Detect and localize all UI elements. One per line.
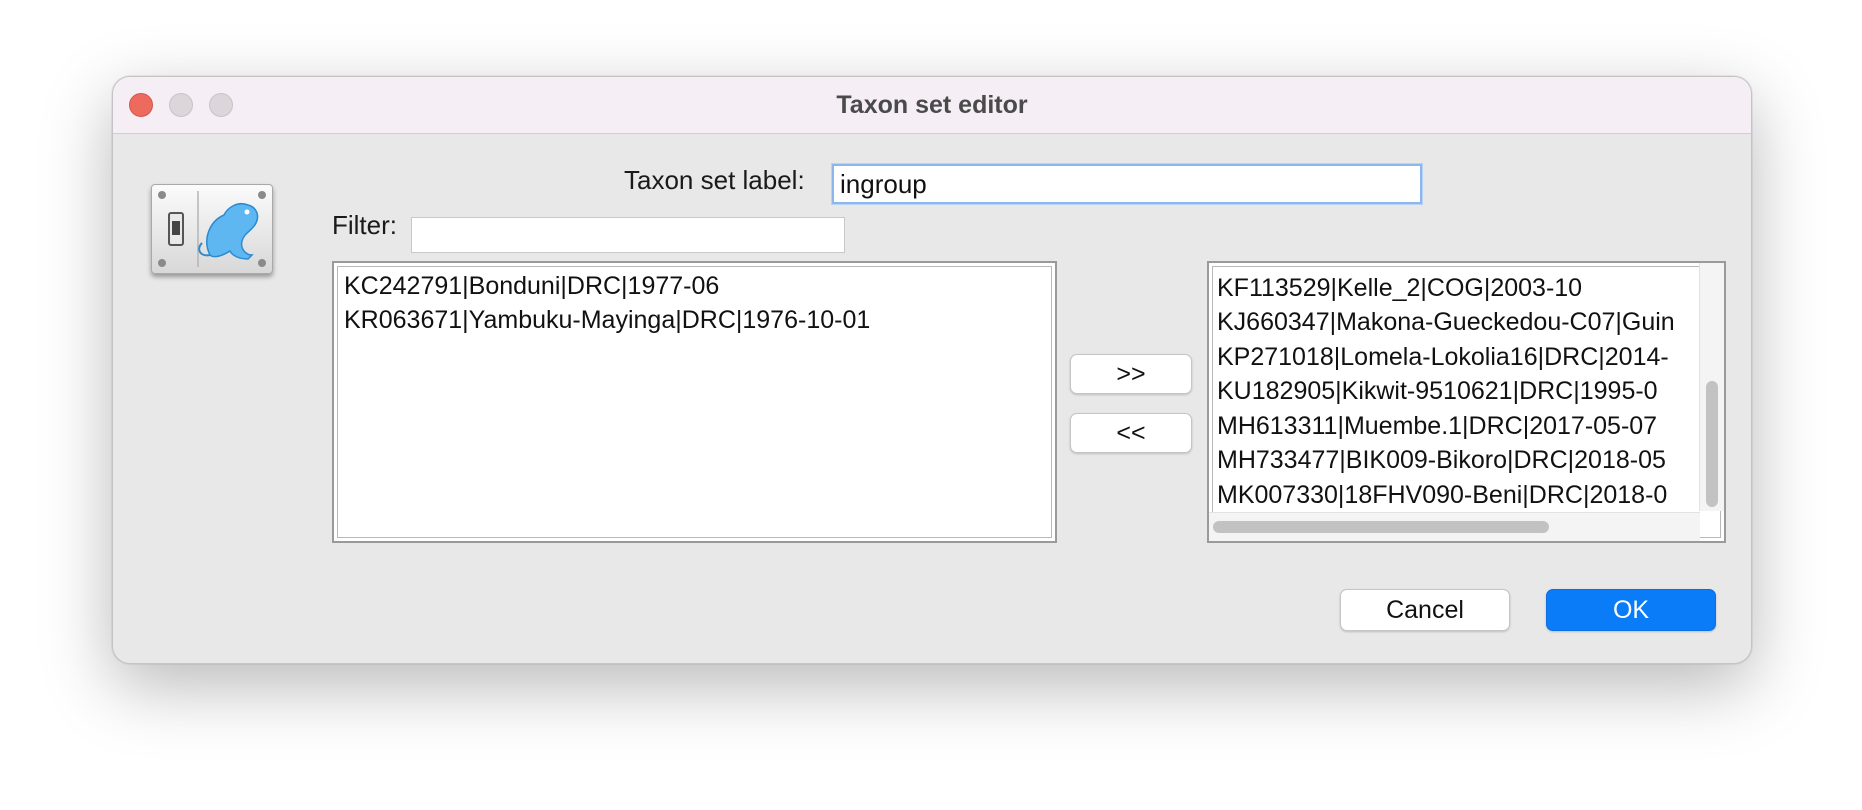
- horizontal-scroll-thumb[interactable]: [1213, 521, 1549, 533]
- included-taxa-list[interactable]: KF113529|Kelle_2|COG|2003-10 KJ660347|Ma…: [1207, 261, 1726, 543]
- app-icon-graphic: [158, 191, 266, 267]
- ok-button[interactable]: OK: [1546, 589, 1716, 631]
- add-to-set-button[interactable]: >>: [1070, 354, 1192, 394]
- list-item[interactable]: KR063671|Yambuku-Mayinga|DRC|1976-10-01: [344, 305, 870, 335]
- list-item[interactable]: KJ660347|Makona-Gueckedou-C07|Guin: [1217, 307, 1675, 337]
- taxon-set-editor-dialog: Taxon set editor Taxon set label: ingrou…: [112, 76, 1752, 664]
- horizontal-scrollbar[interactable]: [1209, 512, 1700, 541]
- vertical-scroll-thumb[interactable]: [1706, 381, 1718, 507]
- window-title: Taxon set editor: [836, 91, 1028, 119]
- filter-caption: Filter:: [332, 210, 397, 240]
- title-bar: Taxon set editor: [113, 77, 1751, 134]
- list-item[interactable]: MH613311|Muembe.1|DRC|2017-05-07: [1217, 411, 1657, 441]
- vertical-scrollbar[interactable]: [1699, 263, 1724, 511]
- list-item[interactable]: KF113529|Kelle_2|COG|2003-10: [1217, 273, 1582, 303]
- list-item[interactable]: MH733477|BIK009-Bikoro|DRC|2018-05: [1217, 445, 1666, 475]
- rat-with-switch-icon: [151, 184, 273, 274]
- excluded-taxa-list[interactable]: KC242791|Bonduni|DRC|1977-06 KR063671|Ya…: [332, 261, 1057, 543]
- taxon-set-label-caption: Taxon set label:: [624, 165, 805, 195]
- list-item[interactable]: MK007330|18FHV090-Beni|DRC|2018-0: [1217, 480, 1667, 510]
- list-item[interactable]: KC242791|Bonduni|DRC|1977-06: [344, 271, 719, 301]
- taxon-set-label-input[interactable]: ingroup: [832, 164, 1422, 204]
- cancel-button[interactable]: Cancel: [1340, 589, 1510, 631]
- remove-from-set-button[interactable]: <<: [1070, 413, 1192, 453]
- filter-input[interactable]: [411, 217, 845, 253]
- list-item[interactable]: KU182905|Kikwit-9510621|DRC|1995-0: [1217, 376, 1658, 406]
- list-item[interactable]: KP271018|Lomela-Lokolia16|DRC|2014-: [1217, 342, 1669, 372]
